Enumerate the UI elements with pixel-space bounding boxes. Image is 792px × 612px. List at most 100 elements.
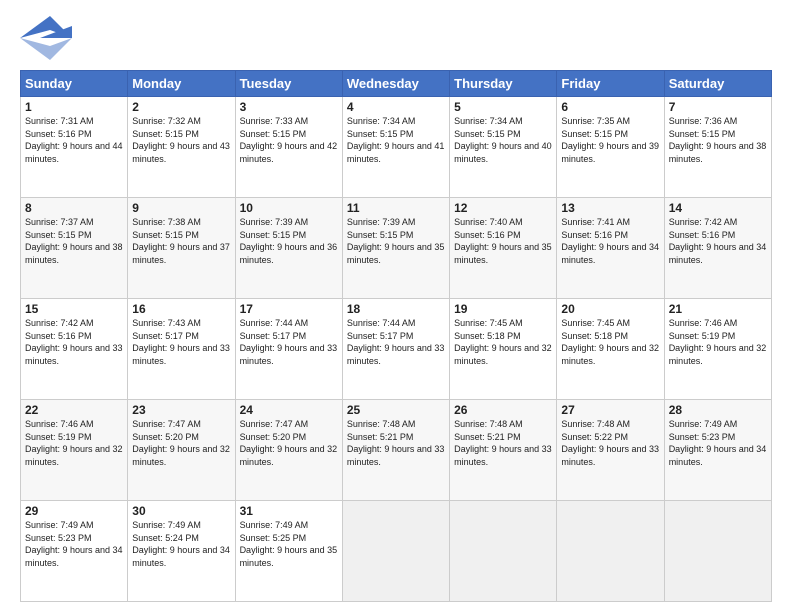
day-info: Sunrise: 7:46 AMSunset: 5:19 PMDaylight:…	[25, 419, 123, 467]
day-number: 9	[132, 201, 230, 215]
day-cell: 7 Sunrise: 7:36 AMSunset: 5:15 PMDayligh…	[664, 97, 771, 198]
day-info: Sunrise: 7:44 AMSunset: 5:17 PMDaylight:…	[347, 318, 445, 366]
day-number: 4	[347, 100, 445, 114]
week-row-5: 29 Sunrise: 7:49 AMSunset: 5:23 PMDaylig…	[21, 501, 772, 602]
page: SundayMondayTuesdayWednesdayThursdayFrid…	[0, 0, 792, 612]
day-number: 25	[347, 403, 445, 417]
day-number: 5	[454, 100, 552, 114]
day-cell: 10 Sunrise: 7:39 AMSunset: 5:15 PMDaylig…	[235, 198, 342, 299]
week-row-4: 22 Sunrise: 7:46 AMSunset: 5:19 PMDaylig…	[21, 400, 772, 501]
day-info: Sunrise: 7:46 AMSunset: 5:19 PMDaylight:…	[669, 318, 767, 366]
day-number: 12	[454, 201, 552, 215]
day-info: Sunrise: 7:36 AMSunset: 5:15 PMDaylight:…	[669, 116, 767, 164]
logo	[20, 16, 72, 60]
day-info: Sunrise: 7:49 AMSunset: 5:23 PMDaylight:…	[669, 419, 767, 467]
col-header-saturday: Saturday	[664, 71, 771, 97]
day-cell: 31 Sunrise: 7:49 AMSunset: 5:25 PMDaylig…	[235, 501, 342, 602]
day-number: 8	[25, 201, 123, 215]
day-number: 20	[561, 302, 659, 316]
day-number: 31	[240, 504, 338, 518]
day-number: 10	[240, 201, 338, 215]
day-cell: 1 Sunrise: 7:31 AMSunset: 5:16 PMDayligh…	[21, 97, 128, 198]
day-cell: 21 Sunrise: 7:46 AMSunset: 5:19 PMDaylig…	[664, 299, 771, 400]
day-cell: 8 Sunrise: 7:37 AMSunset: 5:15 PMDayligh…	[21, 198, 128, 299]
day-number: 24	[240, 403, 338, 417]
day-number: 30	[132, 504, 230, 518]
day-info: Sunrise: 7:45 AMSunset: 5:18 PMDaylight:…	[561, 318, 659, 366]
day-cell	[450, 501, 557, 602]
day-cell: 12 Sunrise: 7:40 AMSunset: 5:16 PMDaylig…	[450, 198, 557, 299]
day-info: Sunrise: 7:48 AMSunset: 5:21 PMDaylight:…	[347, 419, 445, 467]
day-info: Sunrise: 7:49 AMSunset: 5:23 PMDaylight:…	[25, 520, 123, 568]
week-row-1: 1 Sunrise: 7:31 AMSunset: 5:16 PMDayligh…	[21, 97, 772, 198]
day-info: Sunrise: 7:39 AMSunset: 5:15 PMDaylight:…	[240, 217, 338, 265]
week-row-3: 15 Sunrise: 7:42 AMSunset: 5:16 PMDaylig…	[21, 299, 772, 400]
day-info: Sunrise: 7:42 AMSunset: 5:16 PMDaylight:…	[669, 217, 767, 265]
day-info: Sunrise: 7:41 AMSunset: 5:16 PMDaylight:…	[561, 217, 659, 265]
col-header-monday: Monday	[128, 71, 235, 97]
day-number: 28	[669, 403, 767, 417]
day-info: Sunrise: 7:48 AMSunset: 5:22 PMDaylight:…	[561, 419, 659, 467]
day-number: 6	[561, 100, 659, 114]
day-number: 22	[25, 403, 123, 417]
day-cell	[664, 501, 771, 602]
day-number: 17	[240, 302, 338, 316]
calendar-table: SundayMondayTuesdayWednesdayThursdayFrid…	[20, 70, 772, 602]
day-number: 18	[347, 302, 445, 316]
header	[20, 16, 772, 60]
day-cell	[557, 501, 664, 602]
day-number: 16	[132, 302, 230, 316]
day-info: Sunrise: 7:34 AMSunset: 5:15 PMDaylight:…	[454, 116, 552, 164]
day-number: 14	[669, 201, 767, 215]
day-info: Sunrise: 7:49 AMSunset: 5:25 PMDaylight:…	[240, 520, 338, 568]
day-cell: 11 Sunrise: 7:39 AMSunset: 5:15 PMDaylig…	[342, 198, 449, 299]
day-info: Sunrise: 7:35 AMSunset: 5:15 PMDaylight:…	[561, 116, 659, 164]
logo-bird-icon	[20, 16, 72, 60]
day-cell: 13 Sunrise: 7:41 AMSunset: 5:16 PMDaylig…	[557, 198, 664, 299]
day-number: 7	[669, 100, 767, 114]
day-info: Sunrise: 7:45 AMSunset: 5:18 PMDaylight:…	[454, 318, 552, 366]
week-row-2: 8 Sunrise: 7:37 AMSunset: 5:15 PMDayligh…	[21, 198, 772, 299]
day-info: Sunrise: 7:38 AMSunset: 5:15 PMDaylight:…	[132, 217, 230, 265]
day-info: Sunrise: 7:42 AMSunset: 5:16 PMDaylight:…	[25, 318, 123, 366]
day-info: Sunrise: 7:47 AMSunset: 5:20 PMDaylight:…	[132, 419, 230, 467]
day-cell: 16 Sunrise: 7:43 AMSunset: 5:17 PMDaylig…	[128, 299, 235, 400]
col-header-thursday: Thursday	[450, 71, 557, 97]
calendar-header-row: SundayMondayTuesdayWednesdayThursdayFrid…	[21, 71, 772, 97]
day-cell: 4 Sunrise: 7:34 AMSunset: 5:15 PMDayligh…	[342, 97, 449, 198]
day-number: 3	[240, 100, 338, 114]
day-cell: 27 Sunrise: 7:48 AMSunset: 5:22 PMDaylig…	[557, 400, 664, 501]
day-cell: 30 Sunrise: 7:49 AMSunset: 5:24 PMDaylig…	[128, 501, 235, 602]
day-info: Sunrise: 7:47 AMSunset: 5:20 PMDaylight:…	[240, 419, 338, 467]
day-number: 26	[454, 403, 552, 417]
day-number: 27	[561, 403, 659, 417]
day-info: Sunrise: 7:31 AMSunset: 5:16 PMDaylight:…	[25, 116, 123, 164]
day-info: Sunrise: 7:33 AMSunset: 5:15 PMDaylight:…	[240, 116, 338, 164]
day-cell: 9 Sunrise: 7:38 AMSunset: 5:15 PMDayligh…	[128, 198, 235, 299]
day-info: Sunrise: 7:49 AMSunset: 5:24 PMDaylight:…	[132, 520, 230, 568]
day-number: 2	[132, 100, 230, 114]
col-header-sunday: Sunday	[21, 71, 128, 97]
day-info: Sunrise: 7:37 AMSunset: 5:15 PMDaylight:…	[25, 217, 123, 265]
day-cell: 29 Sunrise: 7:49 AMSunset: 5:23 PMDaylig…	[21, 501, 128, 602]
day-info: Sunrise: 7:48 AMSunset: 5:21 PMDaylight:…	[454, 419, 552, 467]
day-cell: 2 Sunrise: 7:32 AMSunset: 5:15 PMDayligh…	[128, 97, 235, 198]
day-info: Sunrise: 7:34 AMSunset: 5:15 PMDaylight:…	[347, 116, 445, 164]
day-number: 21	[669, 302, 767, 316]
day-cell	[342, 501, 449, 602]
day-cell: 5 Sunrise: 7:34 AMSunset: 5:15 PMDayligh…	[450, 97, 557, 198]
day-cell: 26 Sunrise: 7:48 AMSunset: 5:21 PMDaylig…	[450, 400, 557, 501]
day-cell: 15 Sunrise: 7:42 AMSunset: 5:16 PMDaylig…	[21, 299, 128, 400]
day-cell: 25 Sunrise: 7:48 AMSunset: 5:21 PMDaylig…	[342, 400, 449, 501]
day-number: 1	[25, 100, 123, 114]
day-info: Sunrise: 7:43 AMSunset: 5:17 PMDaylight:…	[132, 318, 230, 366]
day-info: Sunrise: 7:39 AMSunset: 5:15 PMDaylight:…	[347, 217, 445, 265]
day-number: 23	[132, 403, 230, 417]
col-header-friday: Friday	[557, 71, 664, 97]
day-cell: 20 Sunrise: 7:45 AMSunset: 5:18 PMDaylig…	[557, 299, 664, 400]
day-info: Sunrise: 7:32 AMSunset: 5:15 PMDaylight:…	[132, 116, 230, 164]
day-cell: 3 Sunrise: 7:33 AMSunset: 5:15 PMDayligh…	[235, 97, 342, 198]
day-cell: 6 Sunrise: 7:35 AMSunset: 5:15 PMDayligh…	[557, 97, 664, 198]
day-cell: 24 Sunrise: 7:47 AMSunset: 5:20 PMDaylig…	[235, 400, 342, 501]
day-cell: 22 Sunrise: 7:46 AMSunset: 5:19 PMDaylig…	[21, 400, 128, 501]
